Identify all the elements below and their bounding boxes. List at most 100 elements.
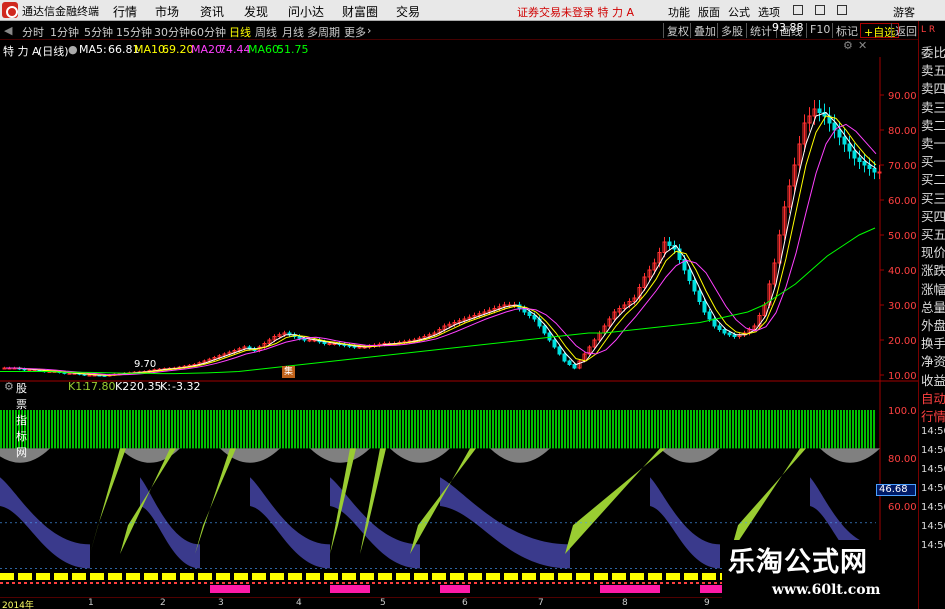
state-band bbox=[126, 573, 140, 580]
price-axis: 90.00 80.00 70.00 60.00 50.00 40.00 30.00 20.00… bbox=[880, 91, 917, 382]
toolbar-f10[interactable]: F10 bbox=[806, 23, 830, 38]
signal-bar bbox=[429, 410, 431, 449]
toolbar-mark[interactable]: 标记 bbox=[832, 23, 858, 38]
period-tab[interactable]: 15分钟 bbox=[116, 24, 152, 40]
red-tick-band bbox=[366, 582, 369, 584]
close-icon[interactable] bbox=[837, 5, 847, 15]
panel-toggle[interactable]: L R bbox=[921, 23, 945, 37]
signal-bar bbox=[45, 410, 47, 449]
menu-market[interactable]: 市场 bbox=[155, 3, 179, 20]
signal-bar bbox=[471, 410, 473, 449]
signal-bar bbox=[102, 410, 104, 449]
candle-body bbox=[562, 353, 567, 362]
settings-icon[interactable]: ● bbox=[68, 43, 78, 56]
menu-news[interactable]: 资讯 bbox=[200, 3, 224, 20]
red-tick-band bbox=[6, 582, 9, 584]
indicator-name[interactable]: 股票指标网 bbox=[16, 380, 27, 460]
signal-bar bbox=[831, 410, 833, 449]
red-tick-band bbox=[186, 582, 189, 584]
signal-bar bbox=[849, 410, 851, 449]
signal-bar bbox=[234, 410, 236, 449]
red-tick-band bbox=[192, 582, 195, 584]
candle-body bbox=[842, 136, 847, 145]
toolbar-restore-rights[interactable]: 复权 bbox=[663, 23, 689, 38]
pink-band bbox=[600, 585, 660, 593]
red-tick-band bbox=[288, 582, 291, 584]
menu-trade[interactable]: 交易 bbox=[396, 3, 420, 20]
close-small-icon[interactable]: ✕ bbox=[858, 39, 867, 52]
red-tick-band bbox=[672, 582, 675, 584]
red-tick-band bbox=[510, 582, 513, 584]
back-arrow-icon[interactable]: ◀ bbox=[4, 24, 12, 37]
toolbar-overlay[interactable]: 叠加 bbox=[690, 23, 716, 38]
toolbar-return[interactable]: 返回 bbox=[891, 23, 917, 38]
red-tick-band bbox=[396, 582, 399, 584]
menu-layout[interactable]: 版面 bbox=[698, 4, 720, 20]
quote-label: 买三 bbox=[921, 190, 945, 206]
k-value: -3.32 bbox=[172, 380, 201, 393]
price-label: 20.00 bbox=[888, 336, 917, 347]
signal-bar bbox=[360, 410, 362, 449]
ma10-value: 69.20 bbox=[162, 43, 194, 56]
signal-bar bbox=[543, 410, 545, 449]
menu-formula[interactable]: 公式 bbox=[728, 4, 750, 20]
signal-bar bbox=[93, 410, 95, 449]
period-tab[interactable]: 周线 bbox=[255, 24, 277, 40]
chip-marker[interactable]: 集 bbox=[282, 366, 295, 378]
restore-icon[interactable] bbox=[815, 5, 825, 15]
signal-bar bbox=[546, 410, 548, 449]
settings-small-icon[interactable]: ⚙ bbox=[843, 39, 853, 52]
menu-discover[interactable]: 发现 bbox=[244, 3, 268, 20]
period-tab[interactable]: 60分钟 bbox=[190, 24, 226, 40]
signal-bar bbox=[744, 410, 746, 449]
menu-function[interactable]: 功能 bbox=[668, 4, 690, 20]
signal-bar bbox=[795, 410, 797, 449]
signal-bar bbox=[474, 410, 476, 449]
period-tab[interactable]: 30分钟 bbox=[154, 24, 190, 40]
signal-bar bbox=[186, 410, 188, 449]
candle-body bbox=[692, 280, 697, 292]
menu-xiaoda[interactable]: 问小达 bbox=[288, 3, 324, 20]
signal-bar bbox=[762, 410, 764, 449]
period-tab-active[interactable]: 日线 bbox=[229, 24, 251, 40]
signal-bar bbox=[537, 410, 539, 449]
chevron-right-icon[interactable]: › bbox=[367, 24, 371, 37]
signal-bar bbox=[417, 410, 419, 449]
candle-body bbox=[307, 339, 312, 342]
period-tab[interactable]: 1分钟 bbox=[50, 24, 79, 40]
signal-bar bbox=[561, 410, 563, 449]
signal-bar bbox=[678, 410, 680, 449]
toolbar-multi-stock[interactable]: 多股 bbox=[717, 23, 743, 38]
signal-bar bbox=[153, 410, 155, 449]
signal-bar bbox=[87, 410, 89, 449]
signal-bar bbox=[585, 410, 587, 449]
quote-label: 收益 bbox=[921, 372, 945, 388]
signal-bar bbox=[666, 410, 668, 449]
red-tick-band bbox=[312, 582, 315, 584]
signal-bar bbox=[555, 410, 557, 449]
signal-bar bbox=[804, 410, 806, 449]
indicator-settings-icon[interactable]: ⚙ bbox=[4, 380, 14, 393]
signal-bar bbox=[378, 410, 380, 449]
red-tick-band bbox=[144, 582, 147, 584]
candle-body bbox=[527, 311, 532, 316]
watermark-url: www.60lt.com bbox=[772, 582, 881, 598]
stock-name: 特 力 A bbox=[3, 45, 40, 58]
signal-bar bbox=[393, 410, 395, 449]
menu-wealth[interactable]: 财富圈 bbox=[342, 3, 378, 20]
signal-bar bbox=[120, 410, 122, 449]
menu-options[interactable]: 选项 bbox=[758, 4, 780, 20]
quote-label: 委比 bbox=[921, 45, 945, 60]
period-tab[interactable]: 多周期 bbox=[307, 24, 340, 40]
minimize-icon[interactable] bbox=[793, 5, 803, 15]
guest-label[interactable]: 游客 bbox=[893, 4, 915, 20]
toolbar-stats[interactable]: 统计 bbox=[746, 23, 772, 38]
signal-bar bbox=[333, 410, 335, 449]
period-tab[interactable]: 5分钟 bbox=[84, 24, 113, 40]
period-tab[interactable]: 月线 bbox=[282, 24, 304, 40]
state-band bbox=[252, 573, 266, 580]
period-tab-more[interactable]: 更多 bbox=[344, 24, 366, 40]
menu-quotes[interactable]: 行情 bbox=[113, 3, 137, 20]
signal-bar bbox=[396, 410, 398, 449]
period-tab[interactable]: 分时 bbox=[22, 24, 44, 40]
